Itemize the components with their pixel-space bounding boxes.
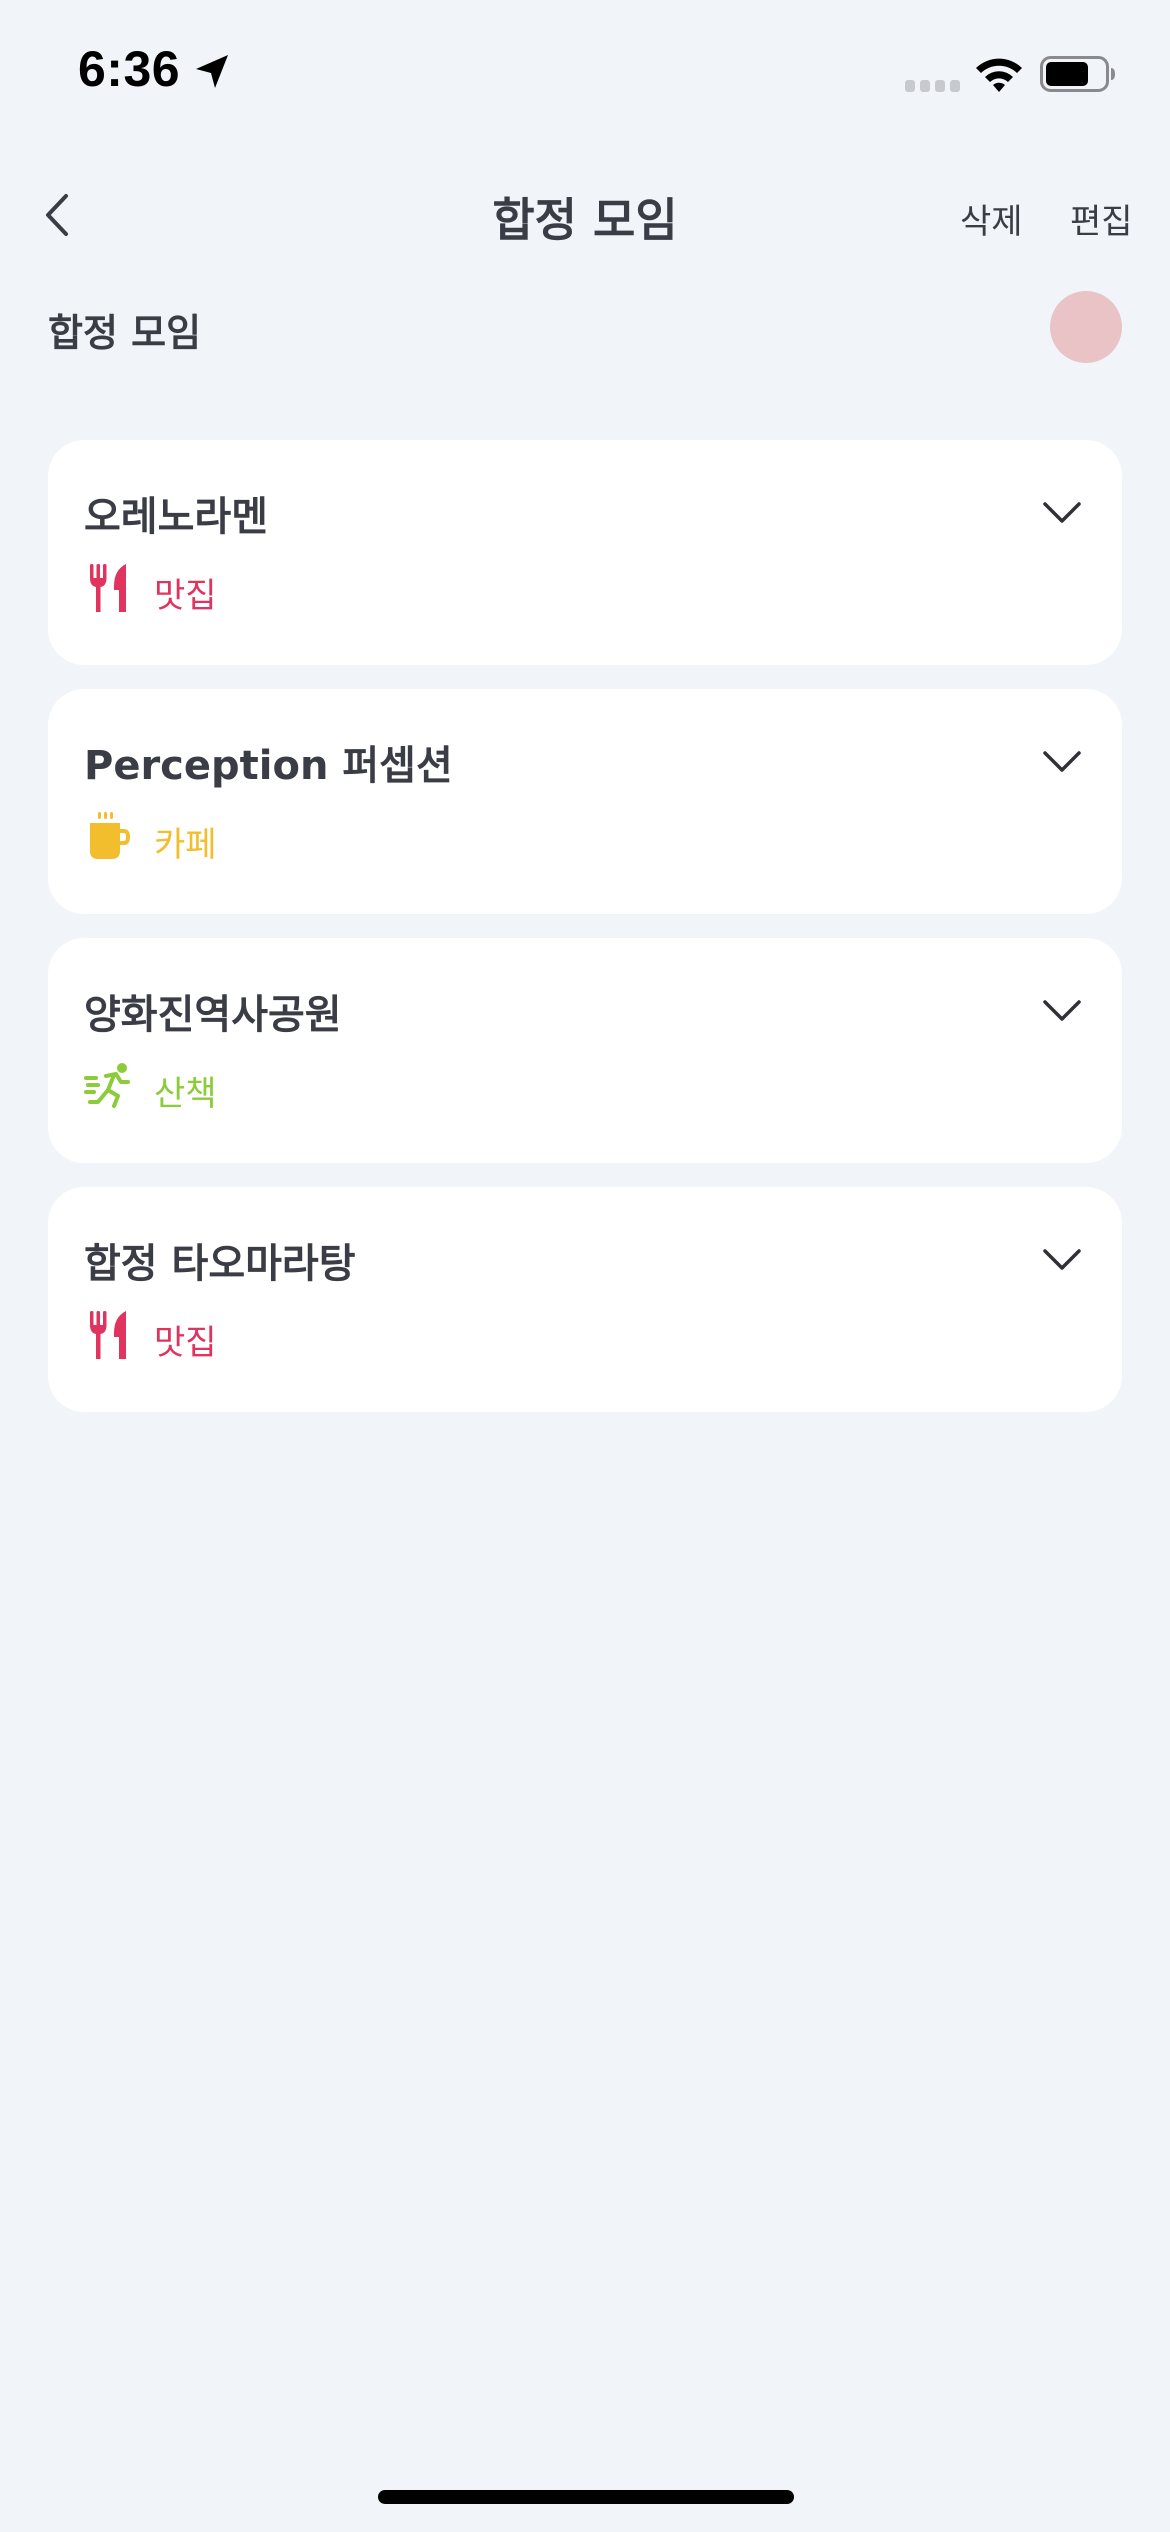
chevron-down-icon[interactable] [1042,500,1082,526]
fork-knife-icon [90,1311,126,1359]
edit-button[interactable]: 편집 [1070,194,1133,243]
status-time: 6:36 [78,41,181,97]
category-label: 맛집 [154,576,217,616]
home-indicator[interactable] [378,2490,794,2504]
place-card[interactable]: 합정 타오마라탕 맛집 [48,1187,1122,1412]
cellular-signal-icon [905,80,961,92]
chevron-down-icon[interactable] [1042,998,1082,1024]
group-color-indicator [1050,291,1122,363]
category-label: 카페 [154,825,217,865]
status-bar: 6:36 [0,0,1170,150]
delete-button[interactable]: 삭제 [960,194,1023,243]
chevron-down-icon[interactable] [1042,1247,1082,1273]
place-card[interactable]: 양화진역사공원 산책 [48,938,1122,1163]
place-name: 양화진역사공원 [84,992,342,1038]
coffee-cup-icon [90,812,130,859]
group-name: 합정 모임 [48,311,202,355]
place-name: 오레노라멘 [84,494,268,540]
place-list: 오레노라멘 맛집 Perception 퍼셉션 카페 양화진역사공원 산책 합정… [48,440,1122,1436]
location-arrow-icon [196,55,228,88]
place-name: 합정 타오마라탕 [84,1241,356,1287]
fork-knife-icon [90,564,126,612]
place-card[interactable]: 오레노라멘 맛집 [48,440,1122,665]
wifi-icon [976,58,1022,92]
navigation-bar: 합정 모임 삭제 편집 [0,170,1170,260]
category-label: 산책 [154,1074,217,1114]
chevron-down-icon[interactable] [1042,749,1082,775]
category-label: 맛집 [154,1323,217,1363]
battery-icon [1040,56,1115,92]
running-person-icon [84,1063,130,1108]
place-card[interactable]: Perception 퍼셉션 카페 [48,689,1122,914]
place-name: Perception 퍼셉션 [84,743,453,789]
